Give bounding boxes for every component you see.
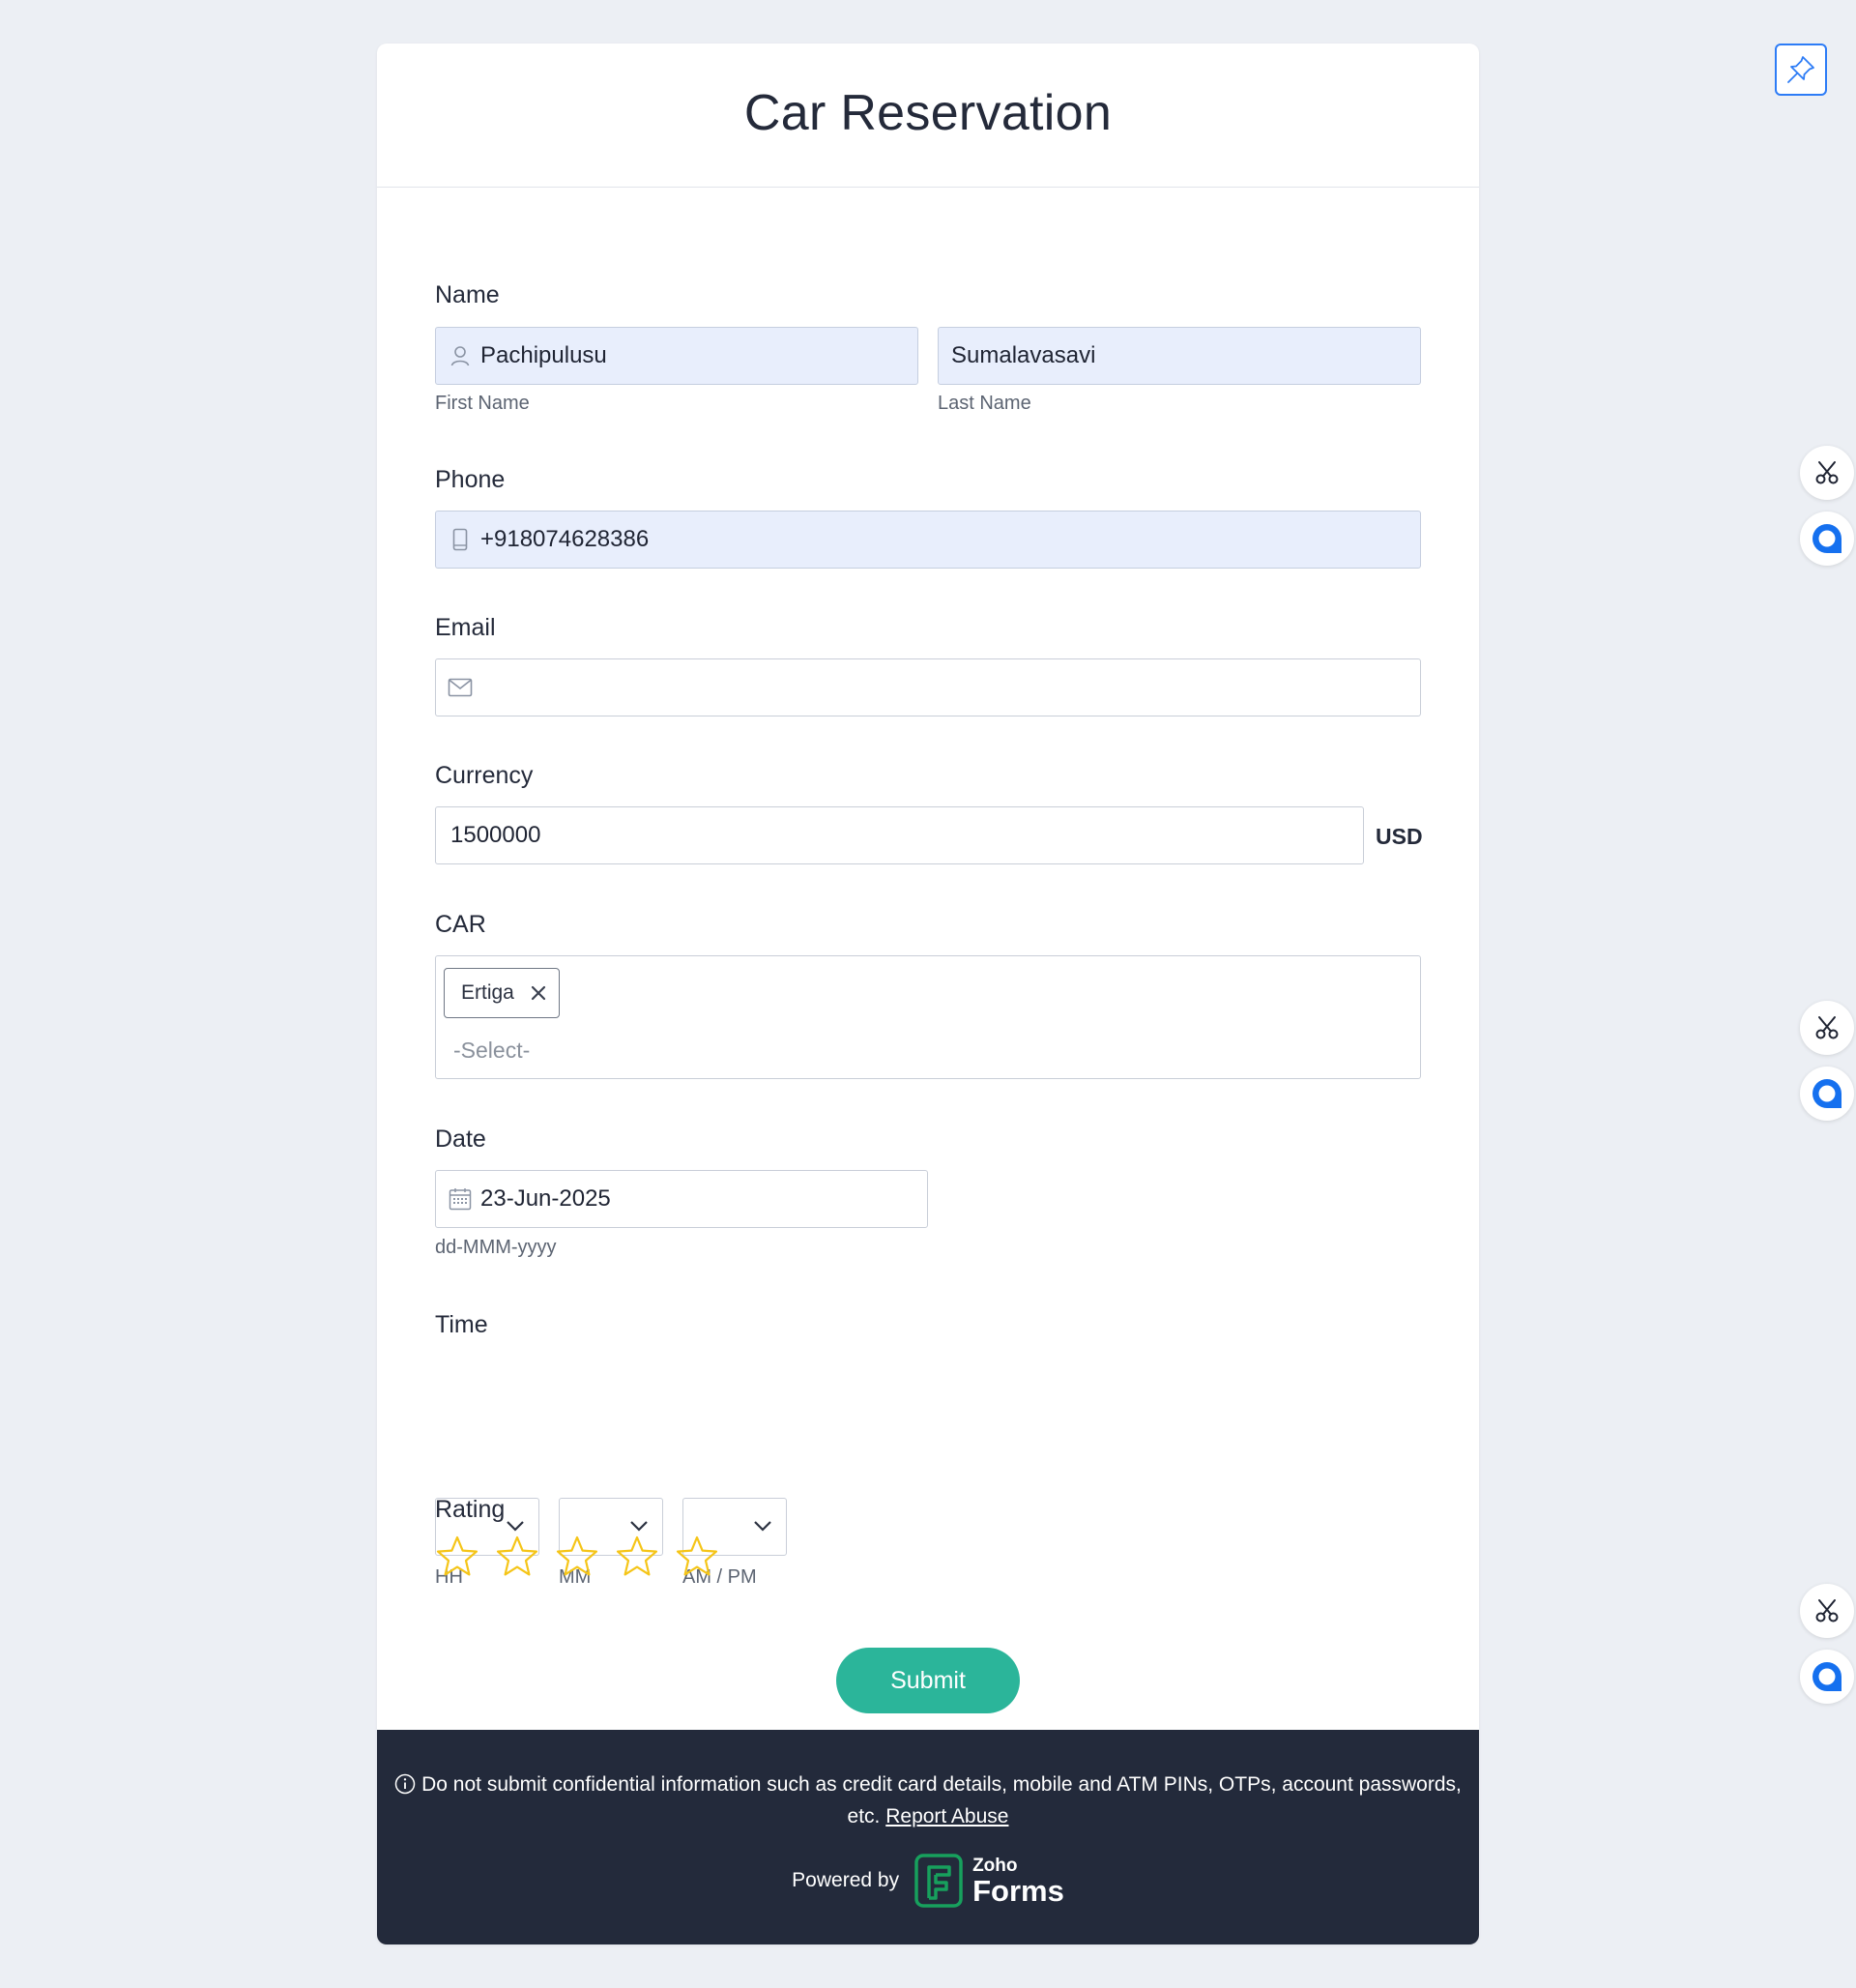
star-icon[interactable] (435, 1535, 479, 1579)
phone-value: +918074628386 (480, 526, 650, 552)
chat-button-3[interactable] (1800, 1650, 1854, 1704)
date-label: Date (435, 1126, 486, 1153)
currency-label: Currency (435, 762, 534, 789)
car-label: CAR (435, 911, 486, 938)
currency-input[interactable]: 1500000 (435, 806, 1364, 864)
chat-button-1[interactable] (1800, 512, 1854, 566)
phone-icon (448, 527, 473, 552)
envelope-icon (448, 675, 473, 700)
zoho-forms-logo[interactable]: Zoho Forms (914, 1854, 1064, 1908)
chat-bubble-icon (1812, 1662, 1842, 1691)
person-icon (448, 343, 473, 368)
rating-label: Rating (435, 1496, 506, 1523)
scissors-icon (1815, 1599, 1839, 1623)
car-multiselect[interactable]: Ertiga -Select- (435, 955, 1421, 1079)
powered-by-label: Powered by (792, 1869, 900, 1891)
email-input[interactable] (435, 658, 1421, 716)
scissors-icon (1815, 1016, 1839, 1039)
chevron-down-icon (754, 1521, 771, 1532)
scissors-button-1[interactable] (1800, 446, 1854, 500)
brand-forms: Forms (972, 1873, 1064, 1908)
car-chip: Ertiga (444, 968, 560, 1018)
star-icon[interactable] (615, 1535, 659, 1579)
rating-stars (435, 1535, 735, 1579)
scissors-button-2[interactable] (1800, 1001, 1854, 1055)
calendar-icon[interactable] (448, 1186, 473, 1212)
form-body: Name Pachipulusu First Name Sumalavasavi… (377, 188, 1479, 1773)
pin-button[interactable] (1775, 44, 1827, 96)
chat-bubble-icon (1812, 524, 1842, 553)
scissors-icon (1815, 461, 1839, 484)
powered-by: Powered by Zoho Forms (377, 1854, 1479, 1908)
scissors-button-3[interactable] (1800, 1584, 1854, 1638)
email-label: Email (435, 614, 496, 641)
date-value: 23-Jun-2025 (480, 1185, 611, 1212)
pin-icon (1787, 56, 1814, 83)
phone-input[interactable]: +918074628386 (435, 511, 1421, 569)
date-input[interactable]: 23-Jun-2025 (435, 1170, 928, 1228)
car-chip-label: Ertiga (461, 981, 514, 1004)
chevron-down-icon (630, 1521, 648, 1532)
form-title: Car Reservation (743, 85, 1113, 141)
form-card: Car Reservation Name Pachipulusu First N… (377, 44, 1479, 1944)
chevron-down-icon (507, 1521, 524, 1532)
first-name-input[interactable]: Pachipulusu (435, 327, 918, 385)
star-icon[interactable] (495, 1535, 539, 1579)
currency-unit: USD (1376, 824, 1423, 849)
time-label: Time (435, 1311, 488, 1338)
report-abuse-link[interactable]: Report Abuse (885, 1805, 1008, 1827)
submit-button[interactable]: Submit (836, 1648, 1020, 1713)
first-name-sublabel: First Name (435, 393, 530, 414)
first-name-value: Pachipulusu (480, 342, 607, 368)
brand-zoho: Zoho (972, 1855, 1018, 1876)
name-label: Name (435, 281, 500, 308)
chat-button-2[interactable] (1800, 1067, 1854, 1121)
form-header: Car Reservation (377, 44, 1479, 188)
date-format-hint: dd-MMM-yyyy (435, 1237, 557, 1258)
currency-value: 1500000 (450, 822, 541, 848)
last-name-input[interactable]: Sumalavasavi (938, 327, 1421, 385)
star-icon[interactable] (555, 1535, 599, 1579)
zoho-forms-logo-icon (914, 1854, 963, 1908)
last-name-value: Sumalavasavi (951, 342, 1096, 368)
close-icon[interactable] (530, 984, 547, 1002)
car-select-placeholder[interactable]: -Select- (453, 1038, 530, 1064)
phone-label: Phone (435, 466, 506, 493)
last-name-sublabel: Last Name (938, 393, 1031, 414)
star-icon[interactable] (675, 1535, 719, 1579)
info-icon (394, 1773, 416, 1795)
footer: Do not submit confidential information s… (377, 1730, 1479, 1944)
chat-bubble-icon (1812, 1079, 1842, 1108)
footer-notice: Do not submit confidential information s… (377, 1769, 1479, 1832)
